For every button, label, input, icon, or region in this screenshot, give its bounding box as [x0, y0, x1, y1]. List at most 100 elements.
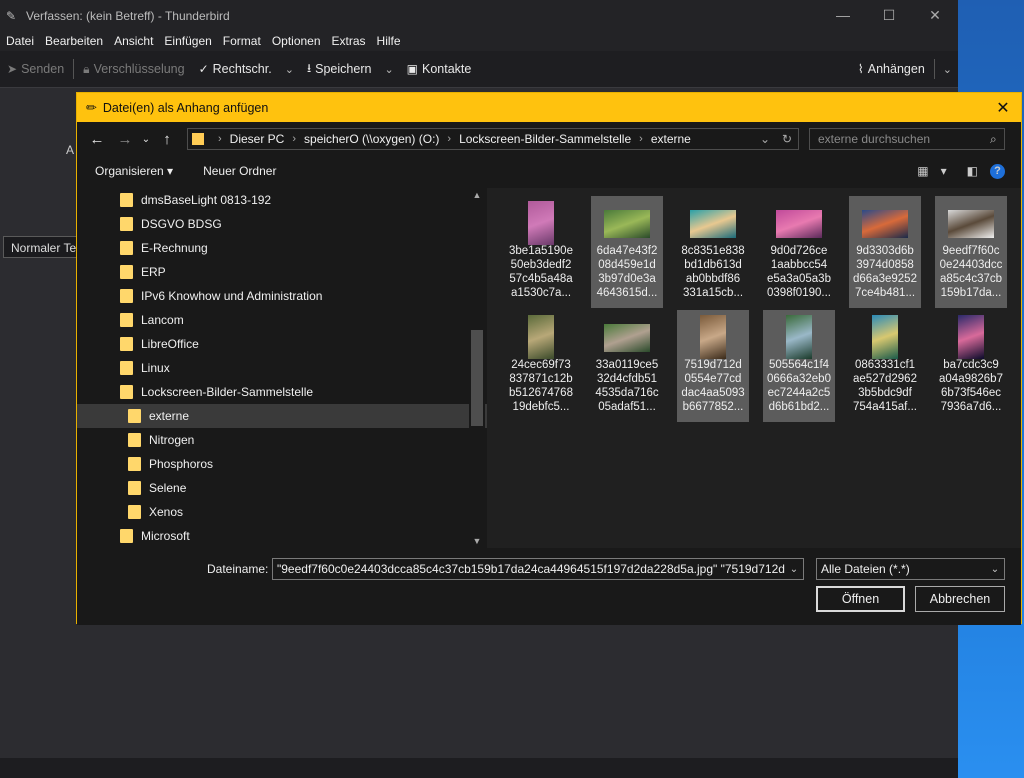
- file-item[interactable]: 3be1a5190e 50eb3dedf2 57c4b5a48a a1530c7a..…: [505, 196, 577, 308]
- spelling-dropdown-chevron-down-icon[interactable]: ⌄: [279, 63, 300, 76]
- scroll-up-icon[interactable]: ▲: [469, 190, 485, 200]
- maximize-icon[interactable]: ☐: [866, 7, 912, 24]
- address-chevron-down-icon[interactable]: ⌄: [754, 132, 776, 146]
- organize-button[interactable]: Organisieren ▾: [95, 164, 173, 178]
- folder-tree: dmsBaseLight 0813-192 DSGVO BDSG E-Rechnun…: [77, 188, 487, 548]
- preview-pane-icon[interactable]: ◧: [967, 164, 978, 178]
- tree-item[interactable]: Linux: [77, 356, 487, 380]
- contacts-icon: ▣: [406, 62, 418, 76]
- tree-item[interactable]: Xenos: [77, 500, 487, 524]
- menu-format[interactable]: Format: [223, 34, 261, 48]
- file-item[interactable]: 0863331cf1 ae527d2962 3b5bdc9df 754a415af..…: [849, 310, 921, 422]
- file-item[interactable]: 9d0d726ce 1aabbcc54 e5a3a05a3b 0398f0190...: [763, 196, 835, 308]
- menu-datei[interactable]: Datei: [6, 34, 34, 48]
- file-name-line: 19debfc5...: [512, 401, 570, 413]
- tree-item[interactable]: Microsoft: [77, 524, 487, 548]
- search-icon[interactable]: ⌕: [990, 132, 997, 147]
- folder-icon: [128, 457, 141, 471]
- filetype-value: Alle Dateien (*.*): [821, 562, 910, 576]
- tree-item[interactable]: ERP: [77, 260, 487, 284]
- pencil-icon: ✎: [6, 8, 17, 23]
- file-name-line: 9d0d726ce: [770, 245, 828, 257]
- file-item[interactable]: 6da47e43f2 08d459e1d 3b97d0e3a 4643615d...: [591, 196, 663, 308]
- save-dropdown-chevron-down-icon[interactable]: ⌄: [378, 63, 399, 76]
- encryption-button[interactable]: 🔒︎ Verschlüsselung: [76, 55, 191, 83]
- file-item[interactable]: 7519d712d 0554e77cd dac4aa5093 b6677852...: [677, 310, 749, 422]
- menu-ansicht[interactable]: Ansicht: [114, 34, 153, 48]
- file-item[interactable]: 9eedf7f60c 0e24403dcc a85c4c37cb 159b17da..…: [935, 196, 1007, 308]
- file-item[interactable]: 505564c1f4 0666a32eb0 ec7244a2c5 d6b61bd2..…: [763, 310, 835, 422]
- file-item[interactable]: ba7cdc3c9 a04a9826b7 6b73f546ec 7936a7d6...: [935, 310, 1007, 422]
- file-item[interactable]: 24cec69f73 837871c12b b512674768 19debfc5..…: [505, 310, 577, 422]
- cancel-button[interactable]: Abbrechen: [915, 586, 1005, 612]
- save-button[interactable]: ⭳ Speichern: [300, 55, 379, 83]
- close-icon[interactable]: ✕: [985, 98, 1021, 118]
- menu-hilfe[interactable]: Hilfe: [377, 34, 401, 48]
- tree-item-label: E-Rechnung: [141, 241, 208, 255]
- filename-input[interactable]: "9eedf7f60c0e24403dcca85c4c37cb159b17da2…: [272, 558, 804, 580]
- file-item[interactable]: 9d3303d6b 3974d0858 d66a3e9252 7ce4b481...: [849, 196, 921, 308]
- menu-bar: Datei Bearbeiten Ansicht Einfügen Format…: [0, 31, 958, 51]
- breadcrumb-drive[interactable]: speicherO (\\oxygen) (O:): [304, 132, 439, 146]
- file-name: 9d3303d6b 3974d0858 d66a3e9252 7ce4b481...: [849, 244, 921, 300]
- chevron-right-icon: ›: [639, 133, 643, 145]
- tree-item[interactable]: Nitrogen: [77, 428, 487, 452]
- search-input[interactable]: [816, 131, 990, 147]
- file-name-line: a85c4c37cb: [939, 273, 1003, 285]
- file-name-line: 837871c12b: [509, 373, 573, 385]
- breadcrumb-externe[interactable]: externe: [651, 132, 691, 146]
- folder-tree-scrollbar[interactable]: ▲ ▼: [469, 188, 485, 548]
- minimize-icon[interactable]: —: [820, 7, 866, 24]
- back-arrow-icon[interactable]: ←: [83, 131, 111, 148]
- view-mode-caret-icon[interactable]: ▾: [941, 164, 947, 178]
- attach-button[interactable]: ⌇ Anhängen: [851, 55, 932, 83]
- contacts-button[interactable]: ▣ Kontakte: [400, 55, 479, 83]
- tree-item[interactable]: IPv6 Knowhow und Administration: [77, 284, 487, 308]
- help-icon[interactable]: ?: [990, 163, 1005, 179]
- close-icon[interactable]: ✕: [912, 7, 958, 24]
- file-name-line: ec7244a2c5: [767, 387, 831, 399]
- filename-chevron-down-icon[interactable]: ⌄: [785, 564, 803, 575]
- breadcrumb-dieser-pc[interactable]: Dieser PC: [230, 132, 285, 146]
- recent-chevron-down-icon[interactable]: ⌄: [139, 134, 153, 145]
- file-item[interactable]: 33a0119ce5 32d4cfdb51 4535da716c 05adaf51..…: [591, 310, 663, 422]
- filetype-select[interactable]: Alle Dateien (*.*) ⌄: [816, 558, 1005, 580]
- file-name-line: 4535da716c: [595, 387, 659, 399]
- tree-item[interactable]: dmsBaseLight 0813-192: [77, 188, 487, 212]
- folder-icon: [120, 529, 133, 543]
- address-bar[interactable]: › Dieser PC › speicherO (\\oxygen) (O:) …: [187, 128, 799, 150]
- tree-item[interactable]: Phosphoros: [77, 452, 487, 476]
- tree-item-label: DSGVO BDSG: [141, 217, 222, 231]
- scrollbar-thumb[interactable]: [471, 330, 483, 426]
- paragraph-format-select[interactable]: Normaler Text: [3, 236, 83, 258]
- scroll-down-icon[interactable]: ▼: [469, 536, 485, 546]
- forward-arrow-icon[interactable]: →: [111, 131, 139, 148]
- send-button[interactable]: ➤ Senden: [0, 55, 71, 83]
- file-item[interactable]: 8c8351e838 bd1db613d ab0bbdf86 331a15cb...: [677, 196, 749, 308]
- menu-einfuegen[interactable]: Einfügen: [164, 34, 211, 48]
- tree-item[interactable]: Selene: [77, 476, 487, 500]
- menu-extras[interactable]: Extras: [332, 34, 366, 48]
- spelling-button[interactable]: ✓ Rechtschr.: [192, 55, 279, 83]
- tree-item[interactable]: E-Rechnung: [77, 236, 487, 260]
- tree-item[interactable]: externe: [77, 404, 487, 428]
- attach-dropdown-chevron-down-icon[interactable]: ⌄: [937, 63, 958, 76]
- file-name-line: 4643615d...: [596, 287, 658, 299]
- filename-value: "9eedf7f60c0e24403dcca85c4c37cb159b17da2…: [277, 562, 785, 576]
- file-thumbnail: [528, 315, 554, 359]
- file-name-line: a1530c7a...: [510, 287, 572, 299]
- view-mode-icon[interactable]: ▦: [917, 164, 928, 178]
- menu-bearbeiten[interactable]: Bearbeiten: [45, 34, 103, 48]
- tree-item[interactable]: LibreOffice: [77, 332, 487, 356]
- tree-item[interactable]: Lancom: [77, 308, 487, 332]
- open-button[interactable]: Öffnen: [816, 586, 905, 612]
- new-folder-button[interactable]: Neuer Ordner: [203, 164, 276, 178]
- refresh-icon[interactable]: ↻: [776, 132, 798, 146]
- tree-item[interactable]: Lockscreen-Bilder-Sammelstelle: [77, 380, 487, 404]
- up-arrow-icon[interactable]: ↑: [153, 131, 181, 148]
- menu-optionen[interactable]: Optionen: [272, 34, 321, 48]
- file-name-line: 754a415af...: [853, 401, 917, 413]
- breadcrumb-lockscreen[interactable]: Lockscreen-Bilder-Sammelstelle: [459, 132, 631, 146]
- tree-item[interactable]: DSGVO BDSG: [77, 212, 487, 236]
- lock-icon: 🔒︎: [83, 61, 90, 76]
